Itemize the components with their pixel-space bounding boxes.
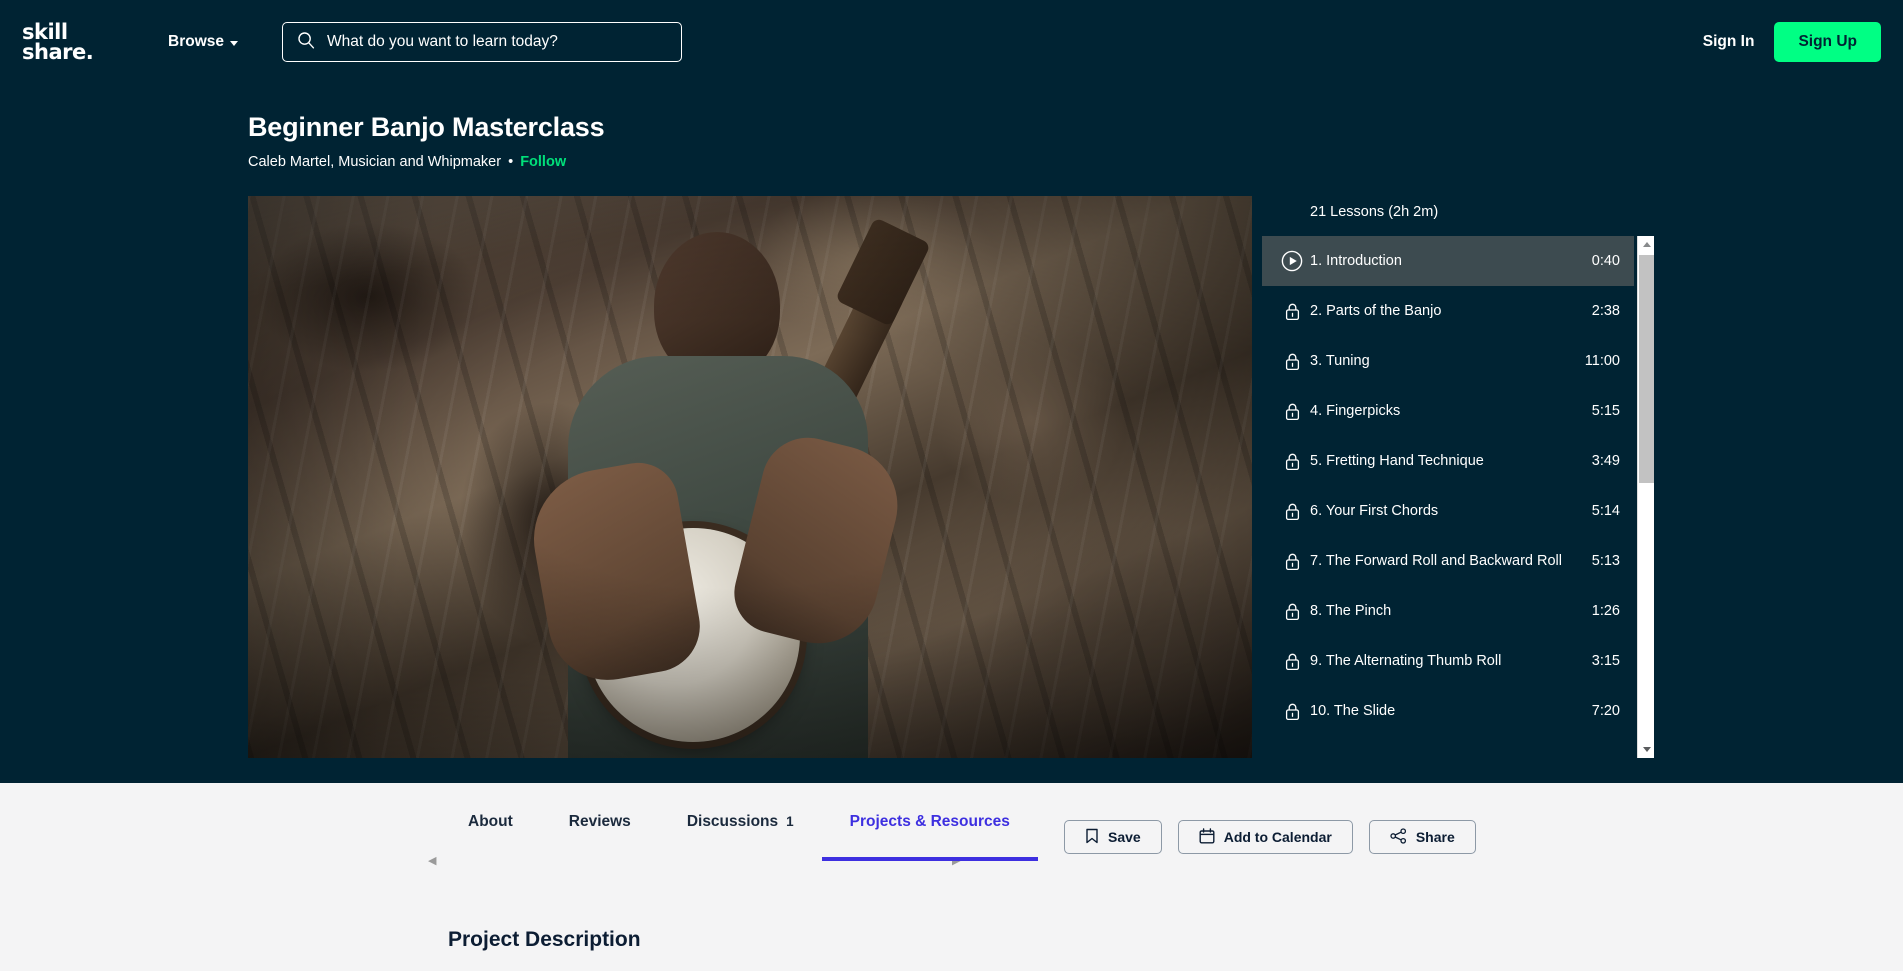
share-button[interactable]: Share (1368, 820, 1476, 854)
tab-label: About (468, 813, 513, 830)
lock-icon (1274, 602, 1310, 621)
lesson-row[interactable]: 10. The Slide 7:20 (1262, 686, 1634, 736)
lesson-duration: 0:40 (1591, 253, 1620, 269)
logo-line-1: skill (22, 20, 68, 44)
header-right-actions: Sign In Sign Up (1703, 22, 1881, 62)
lesson-row[interactable]: 4. Fingerpicks 5:15 (1262, 386, 1634, 436)
lock-icon (1274, 352, 1310, 371)
lesson-row[interactable]: 7. The Forward Roll and Backward Roll 5:1… (1262, 536, 1634, 586)
tab-label: Projects & Resources (849, 813, 1010, 830)
lock-icon (1274, 552, 1310, 571)
lesson-duration: 2:38 (1591, 303, 1620, 319)
sign-up-button[interactable]: Sign Up (1774, 22, 1881, 62)
lock-icon (1274, 652, 1310, 671)
course-actions: Save Add to Calendar Share (1064, 820, 1476, 854)
lesson-title: 9. The Alternating Thumb Roll (1310, 653, 1502, 669)
course-page: skill share. Browse Sign In Sign Up Begi… (0, 0, 1903, 971)
lesson-row[interactable]: 8. The Pinch 1:26 (1262, 586, 1634, 636)
tab-reviews[interactable]: Reviews (541, 795, 659, 869)
lesson-duration: 5:15 (1591, 403, 1620, 419)
lock-icon (1274, 502, 1310, 521)
lesson-scroll-area[interactable]: 1. Introduction 0:40 2. Parts of the Banjo… (1262, 236, 1654, 758)
lesson-list: 1. Introduction 0:40 2. Parts of the Banjo… (1262, 236, 1634, 736)
sign-in-link[interactable]: Sign In (1703, 33, 1755, 51)
share-label: Share (1415, 829, 1455, 845)
video-frame-image (248, 196, 1252, 758)
lesson-duration: 11:00 (1584, 353, 1620, 369)
lesson-row[interactable]: 3. Tuning 11:00 (1262, 336, 1634, 386)
lock-icon (1274, 452, 1310, 471)
lesson-title: 7. The Forward Roll and Backward Roll (1310, 553, 1562, 569)
lesson-duration: 7:20 (1591, 703, 1620, 719)
search-icon (297, 31, 315, 54)
lessons-summary: 21 Lessons (2h 2m) (1310, 204, 1439, 220)
lock-icon (1274, 302, 1310, 321)
lock-icon (1274, 702, 1310, 721)
tab-about[interactable]: About (440, 795, 541, 869)
lesson-duration: 3:15 (1591, 653, 1620, 669)
search-box[interactable] (282, 22, 682, 62)
lesson-title: 5. Fretting Hand Technique (1310, 453, 1484, 469)
lesson-row[interactable]: 2. Parts of the Banjo 2:38 (1262, 286, 1634, 336)
lesson-title: 8. The Pinch (1310, 603, 1392, 619)
lesson-duration: 5:14 (1591, 503, 1620, 519)
calendar-icon (1199, 827, 1215, 847)
lesson-title: 10. The Slide (1310, 703, 1396, 719)
logo-line-2: share. (22, 40, 94, 64)
tab-count-badge: 1 (786, 814, 794, 829)
bookmark-icon (1085, 828, 1099, 847)
calendar-label: Add to Calendar (1223, 829, 1332, 845)
course-author: Caleb Martel, Musician and Whipmaker (248, 154, 502, 170)
lesson-title: 2. Parts of the Banjo (1310, 303, 1442, 319)
tab-group: About Reviews Discussions 1 Projects & Resou… (440, 795, 1038, 869)
skillshare-logo[interactable]: skill share. (22, 20, 126, 64)
chevron-down-icon (230, 40, 238, 46)
chevron-up-icon (1642, 242, 1651, 247)
lesson-title: 6. Your First Chords (1310, 503, 1439, 519)
byline-separator: • (508, 154, 514, 170)
add-to-calendar-button[interactable]: Add to Calendar (1177, 820, 1353, 854)
lesson-duration: 5:13 (1591, 553, 1620, 569)
lesson-title: 1. Introduction (1310, 253, 1402, 269)
browse-label: Browse (168, 33, 224, 50)
tabs-scroll-left-icon[interactable]: ◀ (428, 854, 436, 867)
tab-label: Discussions (686, 813, 779, 830)
lesson-title: 3. Tuning (1310, 353, 1370, 369)
tab-projects-resources[interactable]: Projects & Resources (821, 795, 1038, 869)
chevron-down-icon (1642, 747, 1651, 752)
lesson-list-panel: 21 Lessons (2h 2m) 1. Introduction 0:40 2.… (1262, 196, 1654, 758)
course-byline: Caleb Martel, Musician and Whipmaker • F… (248, 154, 604, 170)
site-header: skill share. Browse Sign In Sign Up (0, 0, 1903, 84)
lessons-scrollbar[interactable] (1637, 236, 1654, 758)
share-icon (1390, 827, 1407, 847)
lesson-row[interactable]: 9. The Alternating Thumb Roll 3:15 (1262, 636, 1634, 686)
save-label: Save (1108, 829, 1141, 845)
play-icon (1274, 250, 1310, 272)
lesson-row[interactable]: 6. Your First Chords 5:14 (1262, 486, 1634, 536)
tab-label: Reviews (568, 813, 631, 830)
active-tab-underline (821, 857, 1038, 861)
lesson-row[interactable]: 1. Introduction 0:40 (1262, 236, 1634, 286)
browse-menu[interactable]: Browse (168, 33, 238, 51)
lesson-duration: 3:49 (1591, 453, 1620, 469)
tab-discussions[interactable]: Discussions 1 (659, 795, 822, 869)
save-button[interactable]: Save (1064, 820, 1162, 854)
lesson-duration: 1:26 (1591, 603, 1620, 619)
scroll-down-button[interactable] (1638, 741, 1654, 758)
lesson-row[interactable]: 5. Fretting Hand Technique 3:49 (1262, 436, 1634, 486)
lesson-title: 4. Fingerpicks (1310, 403, 1401, 419)
follow-link[interactable]: Follow (520, 154, 566, 170)
scrollbar-thumb[interactable] (1639, 255, 1654, 483)
project-description-heading: Project Description (448, 928, 641, 951)
page-title: Beginner Banjo Masterclass (248, 112, 605, 142)
video-player[interactable] (248, 196, 1252, 758)
course-heading: Beginner Banjo Masterclass Caleb Martel,… (248, 112, 605, 170)
lock-icon (1274, 402, 1310, 421)
search-input[interactable] (327, 33, 667, 51)
scroll-up-button[interactable] (1638, 236, 1654, 253)
tab-bar: ◀ ▶ About Reviews Discussions 1 Projects & R… (0, 783, 1903, 877)
